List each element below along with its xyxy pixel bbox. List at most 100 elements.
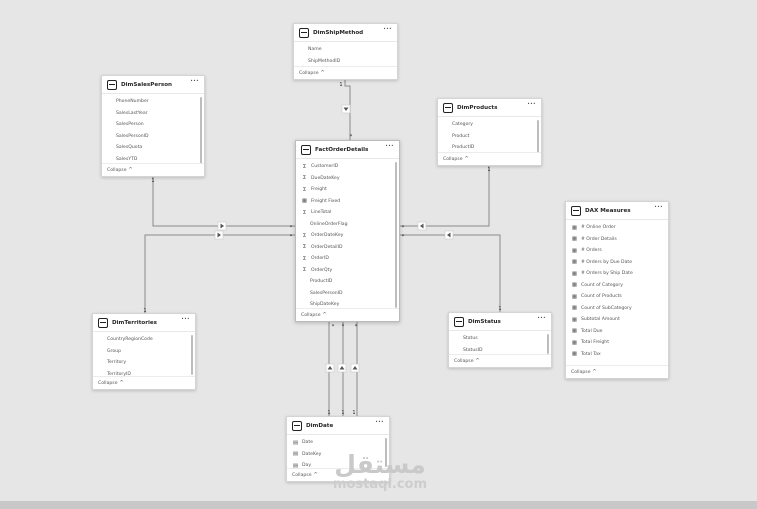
field-list-scrollbar[interactable] <box>191 335 193 375</box>
field-item[interactable]: ▦ # Online Order <box>566 222 668 234</box>
more-options-icon[interactable]: ••• <box>181 316 190 321</box>
collapse-button[interactable]: Collapse ^ <box>294 66 397 79</box>
filter-direction-arrow[interactable] <box>341 104 351 114</box>
cardinality-many: * <box>342 324 345 330</box>
field-item[interactable]: ▦ # Orders by Ship Date <box>566 268 668 280</box>
filter-direction-arrow[interactable] <box>337 363 347 373</box>
collapse-button[interactable]: Collapse ^ <box>93 376 195 389</box>
table-card-header[interactable]: DimSalesPerson ••• <box>102 76 204 94</box>
more-options-icon[interactable]: ••• <box>375 419 384 424</box>
collapse-button[interactable]: Collapse ^ <box>438 152 541 165</box>
field-item[interactable]: Σ LineTotal <box>296 207 399 219</box>
field-label: # Orders by Due Date <box>581 259 633 265</box>
field-label: OrderDetailID <box>311 244 343 250</box>
calculator-icon: ▦ <box>571 259 578 266</box>
table-card-header[interactable]: DimProducts ••• <box>438 99 541 117</box>
collapse-button[interactable]: Collapse ^ <box>296 308 399 321</box>
field-item[interactable]: Name <box>294 44 397 56</box>
field-item[interactable]: ▦ Count of SubCategory <box>566 303 668 315</box>
filter-direction-arrow[interactable] <box>214 230 224 240</box>
field-item[interactable]: ▦ Subtotal Amount <box>566 314 668 326</box>
field-list-scrollbar[interactable] <box>395 162 397 309</box>
field-item[interactable]: ▦ # Order Details <box>566 234 668 246</box>
collapse-button[interactable]: Collapse ^ <box>102 163 204 176</box>
field-item[interactable]: Σ CustomerID <box>296 161 399 173</box>
field-item[interactable]: PhoneNumber <box>102 96 204 108</box>
more-options-icon[interactable]: ••• <box>527 101 536 106</box>
watermark-latin: mostaql.com <box>332 477 428 492</box>
table-card-header[interactable]: DimDate ••• <box>287 417 389 435</box>
field-item[interactable]: ▦ Freight Fixed <box>296 196 399 208</box>
field-item[interactable]: Status <box>449 333 551 345</box>
table-card-sales[interactable]: DimSalesPerson ••• PhoneNumber SalesLastYea… <box>101 75 205 177</box>
filter-direction-arrow[interactable] <box>417 221 427 231</box>
relationship-line[interactable] <box>400 166 490 227</box>
sigma-icon: Σ <box>302 232 307 239</box>
table-card-terr[interactable]: DimTerritories ••• CountryRegionCode Group T… <box>92 313 196 390</box>
field-item[interactable]: Product <box>438 131 541 143</box>
table-card-header[interactable]: DimStatus ••• <box>449 313 551 331</box>
more-options-icon[interactable]: ••• <box>383 26 392 31</box>
field-item[interactable]: Σ OrderDetailID <box>296 242 399 254</box>
field-item[interactable]: Σ OrderDateKey <box>296 230 399 242</box>
table-card-dax[interactable]: DAX Measures ••• ▦ # Online Order ▦ # Order D… <box>565 201 669 379</box>
field-item[interactable]: OnlineOrderFlag <box>296 219 399 231</box>
field-label: ProductID <box>310 279 333 285</box>
field-item[interactable]: Σ OrderID <box>296 253 399 265</box>
field-item[interactable]: ▦ Total Due <box>566 326 668 338</box>
collapse-label: Collapse <box>98 380 118 386</box>
table-card-header[interactable]: DAX Measures ••• <box>566 202 668 220</box>
field-item[interactable]: Group <box>93 346 195 358</box>
relationship-line[interactable] <box>144 234 295 313</box>
collapse-button[interactable]: Collapse ^ <box>449 354 551 367</box>
field-item[interactable]: Σ DueDateKey <box>296 173 399 185</box>
field-item[interactable]: Σ OrderQty <box>296 265 399 277</box>
field-item[interactable]: SalesQuota <box>102 142 204 154</box>
field-label: DateKey <box>302 451 322 457</box>
field-item[interactable]: SalesPersonID <box>296 288 399 300</box>
more-options-icon[interactable]: ••• <box>385 143 394 148</box>
field-item[interactable]: SalesLastYear <box>102 108 204 120</box>
table-card-header[interactable]: FactOrderDetails ••• <box>296 141 399 159</box>
sigma-icon: Σ <box>302 244 307 251</box>
filter-direction-arrow[interactable] <box>217 221 227 231</box>
table-card-header[interactable]: DimShipMethod ••• <box>294 24 397 42</box>
field-item[interactable]: Σ Freight <box>296 184 399 196</box>
field-item[interactable]: Category <box>438 119 541 131</box>
field-item[interactable]: SalesPersonID <box>102 131 204 143</box>
field-list-scrollbar[interactable] <box>547 334 549 355</box>
relationship-line[interactable] <box>400 234 501 312</box>
field-item[interactable]: ▤ Date <box>287 437 389 449</box>
field-item[interactable]: ▦ # Orders by Due Date <box>566 257 668 269</box>
field-item[interactable]: ▦ Count of Products <box>566 291 668 303</box>
filter-direction-arrow[interactable] <box>325 363 335 373</box>
field-item[interactable]: ▦ # Orders <box>566 245 668 257</box>
relationship-line[interactable] <box>152 177 295 227</box>
table-card-prod[interactable]: DimProducts ••• Category Product ProductID Co… <box>437 98 542 166</box>
field-label: # Orders by Ship Date <box>581 271 633 277</box>
table-card-ship[interactable]: DimShipMethod ••• Name ShipMethodID Collapse… <box>293 23 398 80</box>
table-icon <box>299 27 309 38</box>
field-item[interactable]: Territory <box>93 357 195 369</box>
filter-direction-arrow[interactable] <box>350 363 360 373</box>
calendar-icon: ▤ <box>292 451 299 458</box>
table-card-fact[interactable]: FactOrderDetails ••• Σ CustomerID Σ DueDateKe… <box>295 140 400 322</box>
field-list-scrollbar[interactable] <box>200 97 202 164</box>
more-options-icon[interactable]: ••• <box>654 204 663 209</box>
table-card-header[interactable]: DimTerritories ••• <box>93 314 195 332</box>
field-list-scrollbar[interactable] <box>537 120 539 154</box>
field-item[interactable]: ▦ Count of Category <box>566 280 668 292</box>
table-icon <box>301 144 311 155</box>
field-item[interactable]: ▦ Total Tax <box>566 349 668 361</box>
field-list: Category Product ProductID <box>438 117 541 157</box>
more-options-icon[interactable]: ••• <box>537 315 546 320</box>
field-item[interactable]: ▦ Total Freight <box>566 337 668 349</box>
field-item[interactable]: CountryRegionCode <box>93 334 195 346</box>
field-label: OrderQty <box>311 267 333 273</box>
field-item[interactable]: ProductID <box>296 276 399 288</box>
more-options-icon[interactable]: ••• <box>190 78 199 83</box>
collapse-button[interactable]: Collapse ^ <box>566 365 668 378</box>
field-item[interactable]: SalesPerson <box>102 119 204 131</box>
filter-direction-arrow[interactable] <box>444 230 454 240</box>
table-card-status[interactable]: DimStatus ••• Status StatusID Collapse ^ <box>448 312 552 368</box>
